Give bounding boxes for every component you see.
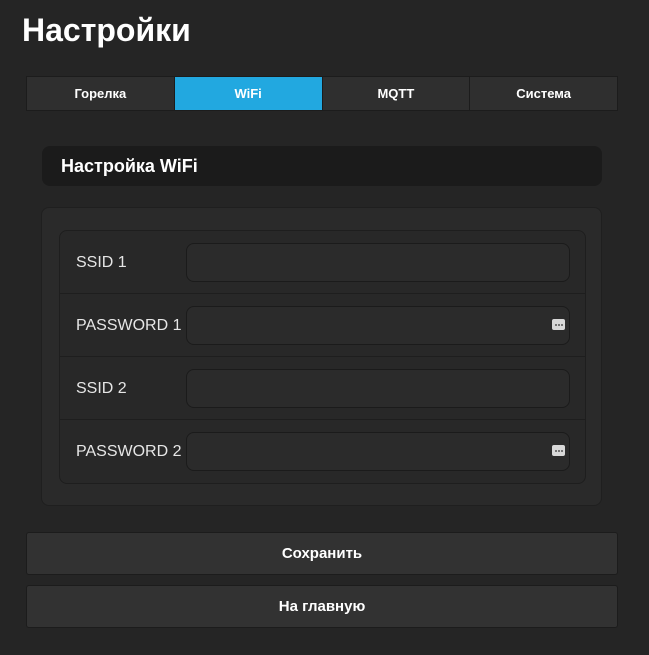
form-row-ssid-2: SSID 2 [60,357,585,420]
ssid-2-label: SSID 2 [76,379,127,397]
form-row-ssid-1: SSID 1 [60,231,585,294]
password-manager-icon[interactable] [552,319,565,330]
section-title: Настройка WiFi [42,146,602,186]
page-title: Настройки [22,12,191,48]
save-button[interactable]: Сохранить [26,532,618,575]
form-row-password-2: PASSWORD 2 [60,420,585,483]
password-manager-icon[interactable] [552,445,565,456]
password-2-label: PASSWORD 2 [76,442,182,460]
home-button[interactable]: На главную [26,585,618,628]
ssid-2-input[interactable] [186,369,570,408]
password-1-label: PASSWORD 1 [76,316,182,334]
tab-bar: Горелка WiFi MQTT Система [26,76,618,111]
ssid-1-label: SSID 1 [76,253,127,271]
password-1-input[interactable] [186,306,570,345]
password-2-input[interactable] [186,432,570,471]
ssid-1-input[interactable] [186,243,570,282]
wifi-form: SSID 1 PASSWORD 1 SSID 2 PASSWORD 2 [59,230,586,484]
tab-burner[interactable]: Горелка [27,77,175,110]
form-row-password-1: PASSWORD 1 [60,294,585,357]
wifi-settings-card: SSID 1 PASSWORD 1 SSID 2 PASSWORD 2 [41,207,602,506]
tab-wifi[interactable]: WiFi [174,77,323,110]
tab-mqtt[interactable]: MQTT [322,77,471,110]
tab-system[interactable]: Система [470,77,617,110]
